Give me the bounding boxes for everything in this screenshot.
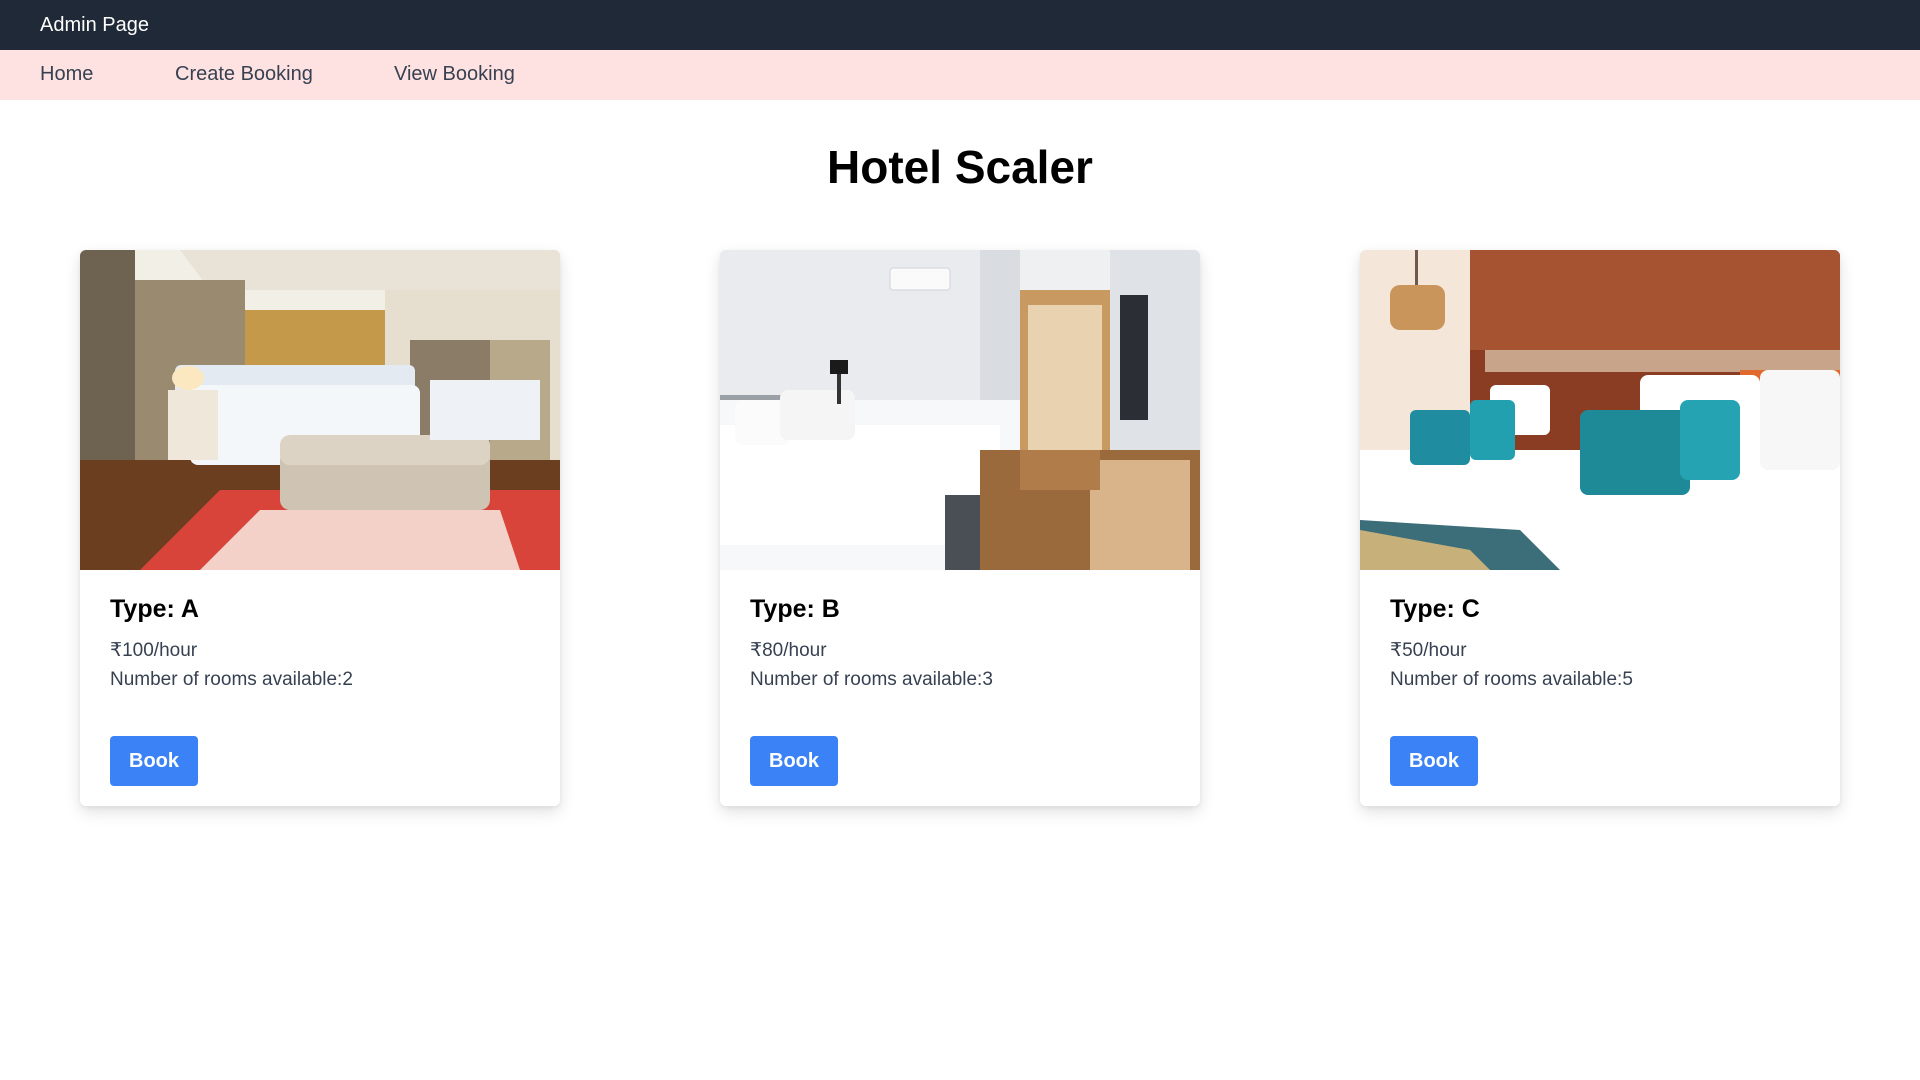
room-type-label: Type: B [750, 595, 840, 623]
room-type-label: Type: C [1390, 595, 1480, 623]
room-price: ₹80/hour [750, 640, 827, 661]
book-button[interactable]: Book [750, 736, 838, 786]
admin-page-title: Admin Page [40, 13, 149, 36]
room-price: ₹100/hour [110, 640, 198, 661]
modern-bedroom-photo [720, 250, 1200, 570]
room-card-c: Type: C ₹50/hour Number of rooms availab… [1360, 250, 1840, 806]
top-header: Admin Page [0, 0, 1920, 50]
nav-create-booking-link[interactable]: Create Booking [175, 63, 313, 86]
book-button[interactable]: Book [110, 736, 198, 786]
teal-pillows-bedroom-photo [1360, 250, 1840, 570]
rooms-available: Number of rooms available:2 [110, 669, 353, 690]
room-card-b: Type: B ₹80/hour Number of rooms availab… [720, 250, 1200, 806]
room-price: ₹50/hour [1390, 640, 1467, 661]
room-type-label: Type: A [110, 595, 199, 623]
page-title: Hotel Scaler [827, 141, 1093, 193]
room-card-a: Type: A ₹100/hour Number of rooms availa… [80, 250, 560, 806]
nav-home-link[interactable]: Home [40, 63, 93, 86]
main-nav: Home Create Booking View Booking [0, 50, 1920, 100]
book-button[interactable]: Book [1390, 736, 1478, 786]
luxury-bedroom-photo [80, 250, 560, 570]
rooms-available: Number of rooms available:3 [750, 669, 993, 690]
rooms-available: Number of rooms available:5 [1390, 669, 1633, 690]
nav-view-booking-link[interactable]: View Booking [394, 63, 515, 86]
